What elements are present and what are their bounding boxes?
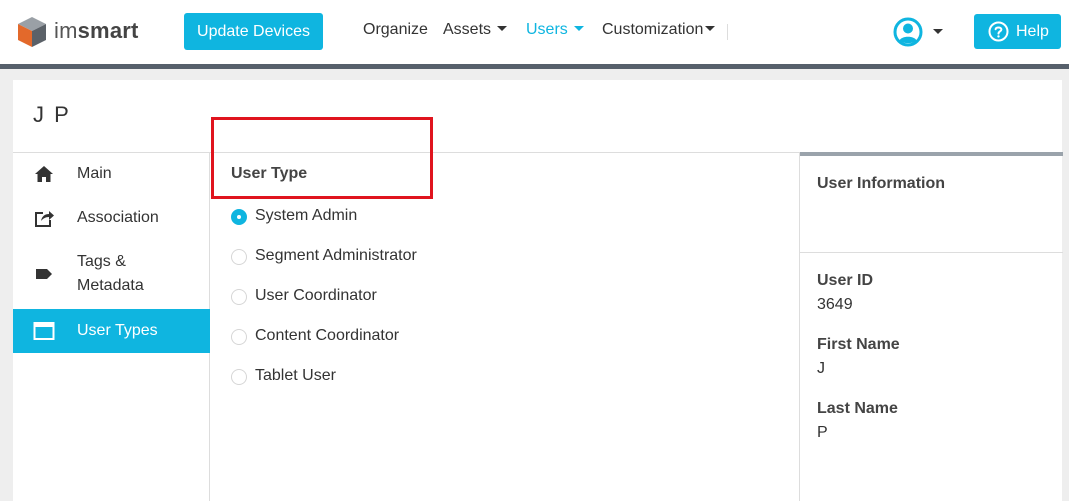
user-detail-panel: J P Main Association Tags & Metadata Use… xyxy=(13,80,1063,501)
radio-label: Tablet User xyxy=(255,367,336,384)
user-information-panel: User Information User ID 3649 First Name… xyxy=(799,152,1063,501)
radio-button[interactable] xyxy=(231,329,247,345)
sidebar-item-user-types[interactable]: User Types xyxy=(13,309,210,353)
first-name-label: First Name xyxy=(817,336,900,353)
caret-down-icon xyxy=(705,26,716,32)
sidebar-item-association[interactable]: Association xyxy=(13,197,210,241)
sidebar-item-label: Main xyxy=(77,165,112,182)
info-divider xyxy=(800,252,1063,253)
update-devices-button[interactable]: Update Devices xyxy=(184,13,323,50)
user-menu[interactable] xyxy=(893,17,945,47)
radio-label: System Admin xyxy=(255,207,358,224)
radio-label: User Coordinator xyxy=(255,287,377,304)
nav-assets[interactable]: Assets xyxy=(443,21,508,39)
radio-button[interactable] xyxy=(231,369,247,385)
radio-button[interactable] xyxy=(231,209,247,225)
sidebar-item-label: Tags & xyxy=(77,253,126,270)
nav-divider xyxy=(727,24,728,40)
nav-assets-label: Assets xyxy=(443,21,492,38)
nav-organize[interactable]: Organize xyxy=(363,21,428,39)
brand-suffix: smart xyxy=(77,18,139,43)
user-id-value: 3649 xyxy=(817,296,853,313)
sidebar-item-tags-metadata[interactable]: Tags & Metadata xyxy=(13,241,210,309)
nav-users-label: Users xyxy=(526,21,568,38)
sidebar-item-label: Association xyxy=(77,209,159,226)
user-id-label: User ID xyxy=(817,272,874,289)
window-icon xyxy=(33,322,55,340)
sidebar-item-label: User Types xyxy=(77,322,158,339)
first-name-value: J xyxy=(817,360,825,377)
user-type-section: User Type System Admin Segment Administr… xyxy=(211,153,799,501)
top-navbar: imsmart Update Devices Organize Assets U… xyxy=(0,0,1069,64)
nav-customization-label: Customization xyxy=(602,21,704,38)
info-top-border xyxy=(800,152,1063,156)
nav-users[interactable]: Users xyxy=(526,21,584,39)
user-information-heading: User Information xyxy=(817,175,946,192)
caret-down-icon xyxy=(573,26,584,32)
radio-button[interactable] xyxy=(231,289,247,305)
sidebar: Main Association Tags & Metadata User Ty… xyxy=(13,153,210,501)
logo-icon[interactable] xyxy=(17,16,47,48)
sidebar-item-main[interactable]: Main xyxy=(13,153,210,197)
radio-button[interactable] xyxy=(231,249,247,265)
help-button[interactable]: Help xyxy=(974,14,1061,49)
question-circle-icon xyxy=(988,21,1009,42)
help-label: Help xyxy=(1016,23,1049,40)
caret-down-icon xyxy=(933,29,943,34)
brand-prefix: im xyxy=(54,18,78,43)
radio-label: Segment Administrator xyxy=(255,247,417,264)
last-name-value: P xyxy=(817,424,828,441)
last-name-label: Last Name xyxy=(817,400,898,417)
share-icon xyxy=(35,211,54,227)
page-title: J P xyxy=(33,102,71,127)
nav-customization[interactable]: Customization xyxy=(602,21,716,39)
sidebar-item-label-line2: Metadata xyxy=(77,277,144,294)
caret-down-icon xyxy=(497,26,508,32)
nav-organize-label: Organize xyxy=(363,21,428,38)
tag-icon xyxy=(36,269,52,279)
user-circle-icon xyxy=(893,17,923,47)
navbar-rule xyxy=(0,64,1069,69)
user-type-heading: User Type xyxy=(231,165,308,182)
home-icon xyxy=(35,166,53,182)
brand-name[interactable]: imsmart xyxy=(54,18,139,44)
radio-label: Content Coordinator xyxy=(255,327,400,344)
